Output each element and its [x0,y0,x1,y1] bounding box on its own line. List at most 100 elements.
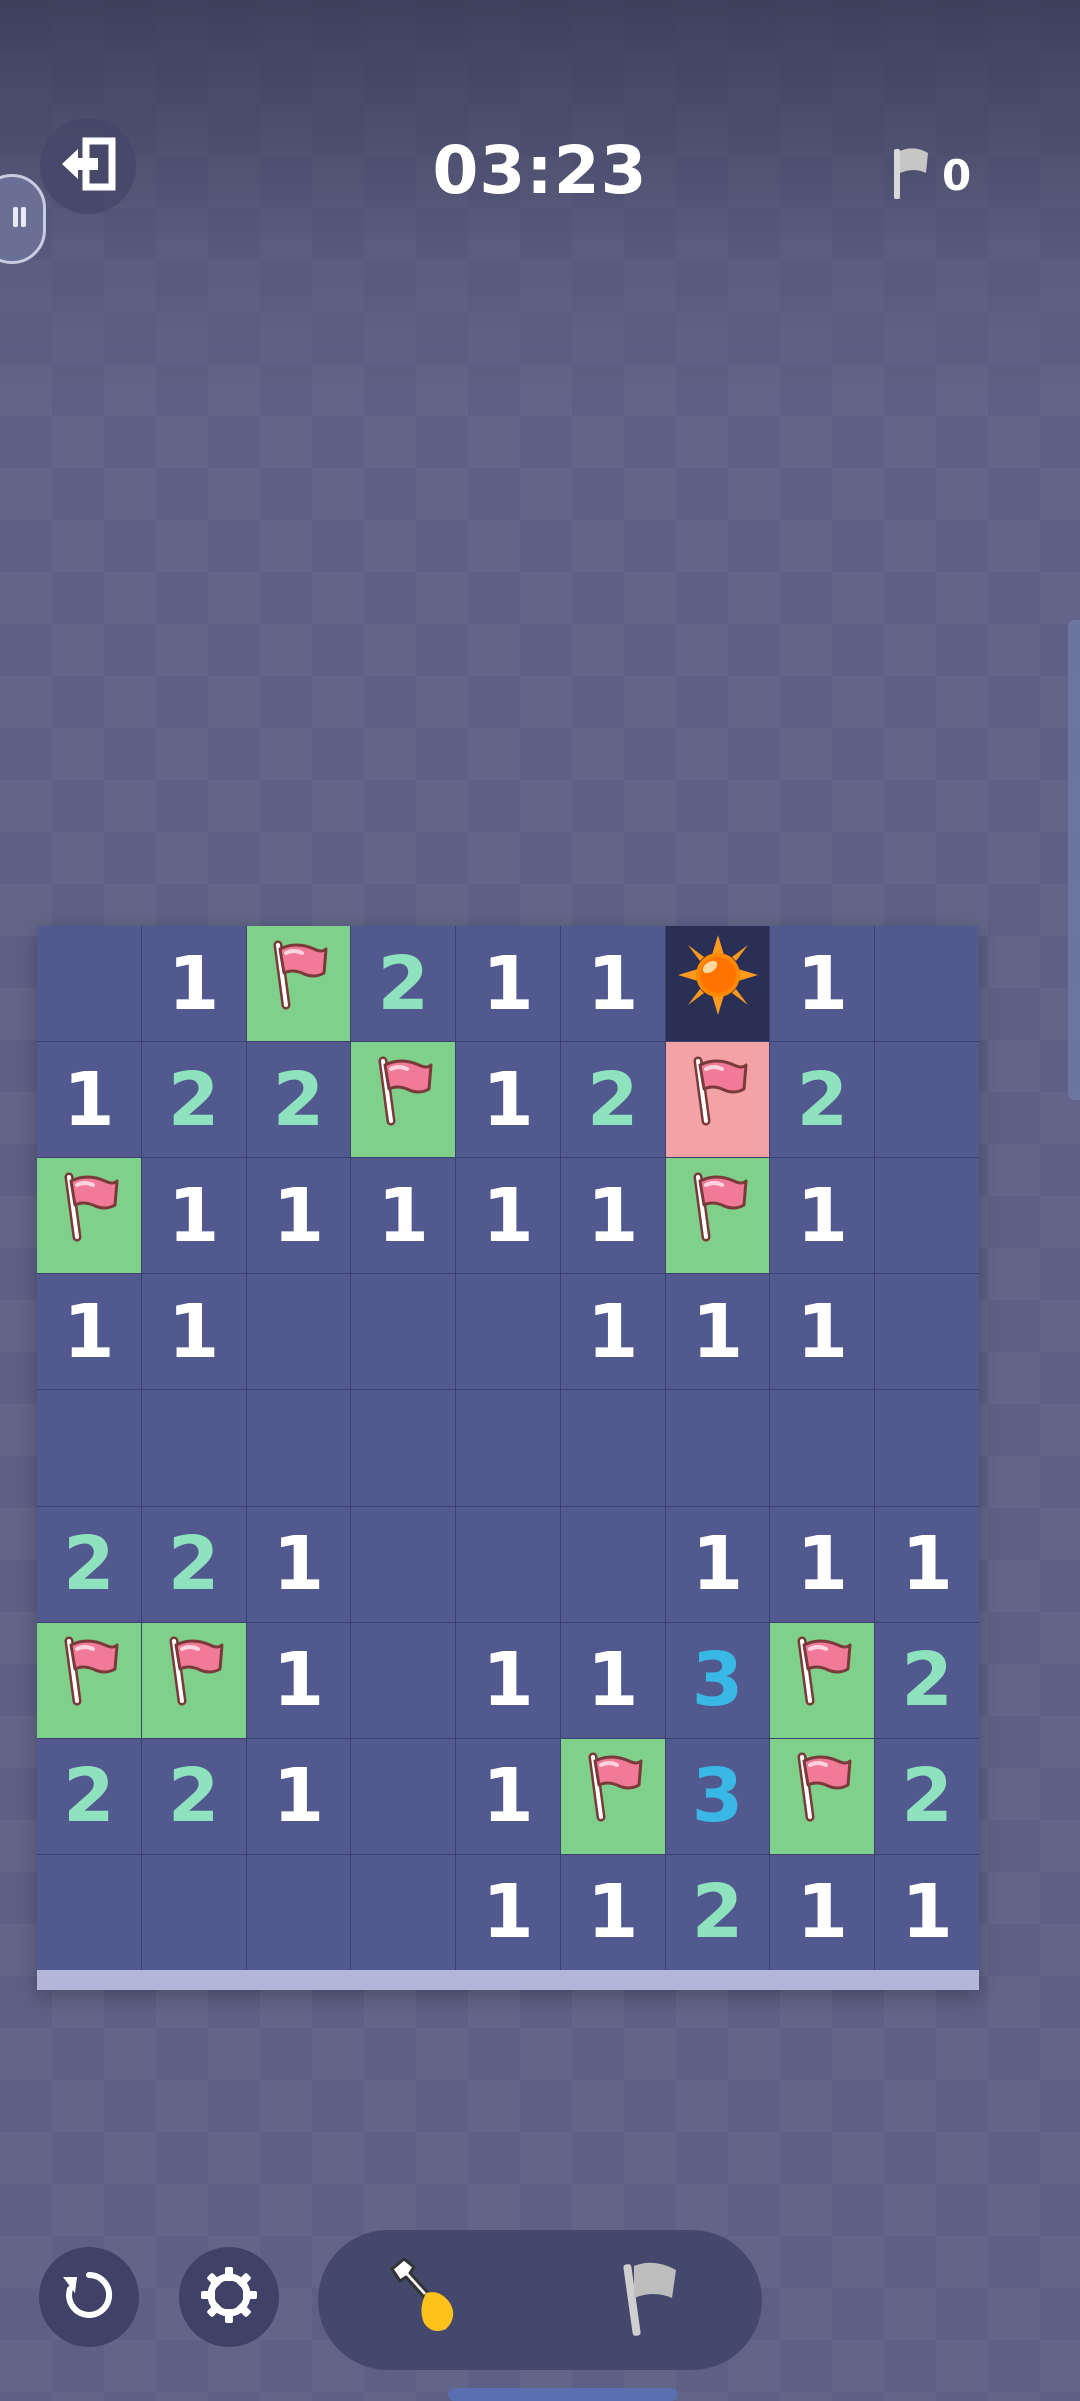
cell-number[interactable]: 1 [560,1854,665,1970]
cell-empty[interactable] [351,1506,456,1622]
settings-button[interactable] [179,2247,279,2347]
flag-icon [890,145,934,205]
cell-number[interactable]: 2 [560,1042,665,1158]
cell-empty[interactable] [351,1738,456,1854]
cell-number[interactable]: 1 [456,926,560,1042]
cell-number[interactable]: 1 [665,1506,770,1622]
flags-placed-count: 0 [942,150,972,200]
cell-empty[interactable] [560,1506,665,1622]
cell-number[interactable]: 2 [875,1622,979,1738]
cell-empty[interactable] [875,1274,979,1390]
cell-number[interactable]: 1 [456,1854,560,1970]
cell-number[interactable]: 1 [456,1158,560,1274]
cell-empty[interactable] [351,1274,456,1390]
restart-button[interactable] [39,2247,139,2347]
cell-flagged[interactable] [37,1158,141,1274]
cell-number[interactable]: 1 [560,1158,665,1274]
cell-number[interactable]: 1 [770,926,875,1042]
cell-number[interactable]: 2 [37,1506,141,1622]
cell-empty[interactable] [875,1158,979,1274]
cell-number[interactable]: 1 [770,1854,875,1970]
flag-icon [55,1171,123,1261]
cell-number[interactable]: 1 [875,1506,979,1622]
cell-number[interactable]: 1 [770,1158,875,1274]
cell-number[interactable]: 1 [246,1158,351,1274]
cell-number[interactable]: 1 [246,1506,351,1622]
cell-number[interactable]: 3 [665,1738,770,1854]
cell-empty[interactable] [37,1390,141,1506]
cell-flagged[interactable] [246,926,351,1042]
cell-number[interactable]: 1 [770,1274,875,1390]
cell-number[interactable]: 1 [246,1622,351,1738]
side-drawer-handle[interactable] [0,174,46,264]
exit-button[interactable] [40,118,136,214]
cell-empty[interactable] [875,1042,979,1158]
cell-number[interactable]: 1 [37,1042,141,1158]
cell-empty[interactable] [875,926,979,1042]
cell-flagged[interactable] [665,1158,770,1274]
cell-empty[interactable] [456,1274,560,1390]
cell-flagged[interactable] [37,1622,141,1738]
home-indicator [448,2388,678,2401]
cell-empty[interactable] [456,1506,560,1622]
cell-empty[interactable] [246,1390,351,1506]
cell-empty[interactable] [37,926,141,1042]
cell-number[interactable]: 1 [351,1158,456,1274]
cell-number[interactable]: 2 [37,1738,141,1854]
cell-number[interactable]: 1 [246,1738,351,1854]
cell-empty[interactable] [246,1854,351,1970]
flag-icon [616,2256,686,2344]
flag-icon [788,1635,856,1725]
cell-empty[interactable] [351,1622,456,1738]
flag-icon [684,1055,752,1145]
cell-empty[interactable] [456,1390,560,1506]
cell-number[interactable]: 1 [456,1622,560,1738]
cell-number[interactable]: 1 [456,1738,560,1854]
cell-mine[interactable] [665,926,770,1042]
cell-number[interactable]: 1 [141,1158,246,1274]
flag-icon [369,1055,437,1145]
cell-empty[interactable] [665,1390,770,1506]
cell-number[interactable]: 2 [665,1854,770,1970]
cell-empty[interactable] [351,1390,456,1506]
cell-empty[interactable] [141,1854,246,1970]
cell-number[interactable]: 1 [770,1506,875,1622]
cell-empty[interactable] [770,1390,875,1506]
cell-flagged[interactable] [770,1622,875,1738]
cell-flagged[interactable] [770,1738,875,1854]
cell-number[interactable]: 1 [456,1042,560,1158]
cell-number[interactable]: 1 [141,1274,246,1390]
cell-flagged[interactable] [351,1042,456,1158]
cell-number[interactable]: 2 [875,1738,979,1854]
cell-number[interactable]: 2 [351,926,456,1042]
flag-icon [788,1751,856,1841]
cell-number[interactable]: 2 [770,1042,875,1158]
cell-empty[interactable] [246,1274,351,1390]
cell-number[interactable]: 2 [141,1738,246,1854]
tool-selector [318,2230,762,2370]
mine-icon [676,933,760,1035]
cell-number[interactable]: 1 [665,1274,770,1390]
cell-number[interactable]: 2 [141,1042,246,1158]
flag-tool-button[interactable] [591,2240,711,2360]
cell-flagged[interactable] [560,1738,665,1854]
cell-empty[interactable] [351,1854,456,1970]
cell-number[interactable]: 1 [560,926,665,1042]
cell-empty[interactable] [560,1390,665,1506]
cell-number[interactable]: 1 [37,1274,141,1390]
dig-tool-button[interactable] [369,2240,489,2360]
cell-empty[interactable] [37,1854,141,1970]
cell-number[interactable]: 1 [875,1854,979,1970]
cell-number[interactable]: 1 [560,1622,665,1738]
cell-flagged[interactable] [141,1622,246,1738]
cell-number[interactable]: 3 [665,1622,770,1738]
cell-flagged-wrong[interactable] [665,1042,770,1158]
flag-counter: 0 [890,140,1000,210]
cell-number[interactable]: 2 [141,1506,246,1622]
cell-empty[interactable] [141,1390,246,1506]
flag-icon [264,939,332,1029]
cell-number[interactable]: 2 [246,1042,351,1158]
cell-empty[interactable] [875,1390,979,1506]
cell-number[interactable]: 1 [560,1274,665,1390]
cell-number[interactable]: 1 [141,926,246,1042]
